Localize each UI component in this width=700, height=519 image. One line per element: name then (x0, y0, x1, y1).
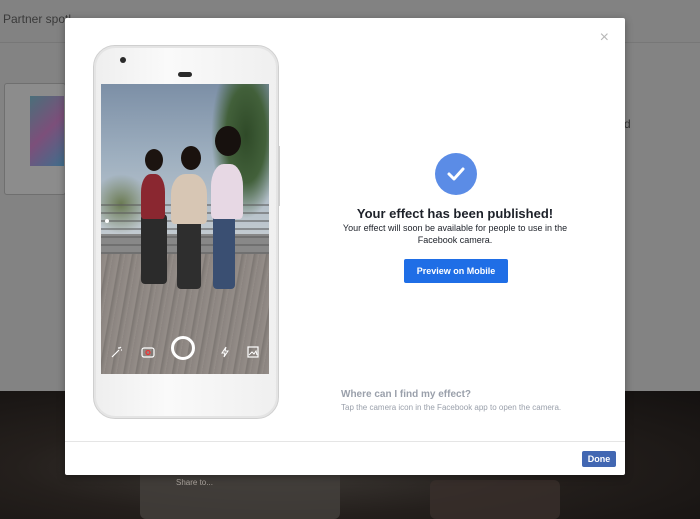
phone-side-button (278, 146, 280, 206)
help-description: Tap the camera icon in the Facebook app … (341, 403, 562, 412)
flash-icon[interactable] (219, 346, 231, 360)
background-header-title: Partner spotl (3, 12, 72, 26)
preview-on-mobile-button[interactable]: Preview on Mobile (404, 259, 508, 283)
success-title: Your effect has been published! (356, 206, 554, 221)
phone-mockup (93, 45, 280, 419)
camera-flip-icon[interactable] (141, 346, 155, 360)
phone-screen-photo (101, 84, 269, 374)
shutter-button[interactable] (171, 336, 195, 360)
done-button[interactable]: Done (582, 451, 616, 467)
page-dot-icon (105, 219, 109, 223)
photo-person (141, 214, 167, 284)
success-description: Your effect will soon be available for p… (342, 223, 568, 245)
photo-person (171, 174, 207, 224)
gallery-icon[interactable] (247, 346, 259, 360)
publish-success-dialog: × Your effect has been published! Your e… (65, 18, 625, 475)
photo-person (141, 174, 165, 219)
photo-person (211, 164, 243, 219)
effects-wand-icon[interactable] (111, 346, 123, 360)
background-video-caption: Share to... (176, 478, 213, 487)
background-thumbnail-image (30, 96, 64, 166)
photo-person (215, 126, 241, 156)
photo-person (145, 149, 163, 171)
background-video-shape (140, 470, 340, 519)
phone-camera-icon (120, 57, 126, 63)
photo-person (213, 214, 235, 289)
close-icon[interactable]: × (600, 30, 609, 46)
background-video-shape (430, 480, 560, 519)
checkmark-icon (435, 153, 477, 195)
background-right-text: d (624, 117, 631, 131)
photo-person (181, 146, 201, 170)
camera-toolbar (101, 334, 269, 374)
footer-divider (65, 441, 625, 442)
phone-speaker-icon (178, 72, 192, 77)
help-title: Where can I find my effect? (341, 389, 472, 400)
photo-person (177, 219, 201, 289)
